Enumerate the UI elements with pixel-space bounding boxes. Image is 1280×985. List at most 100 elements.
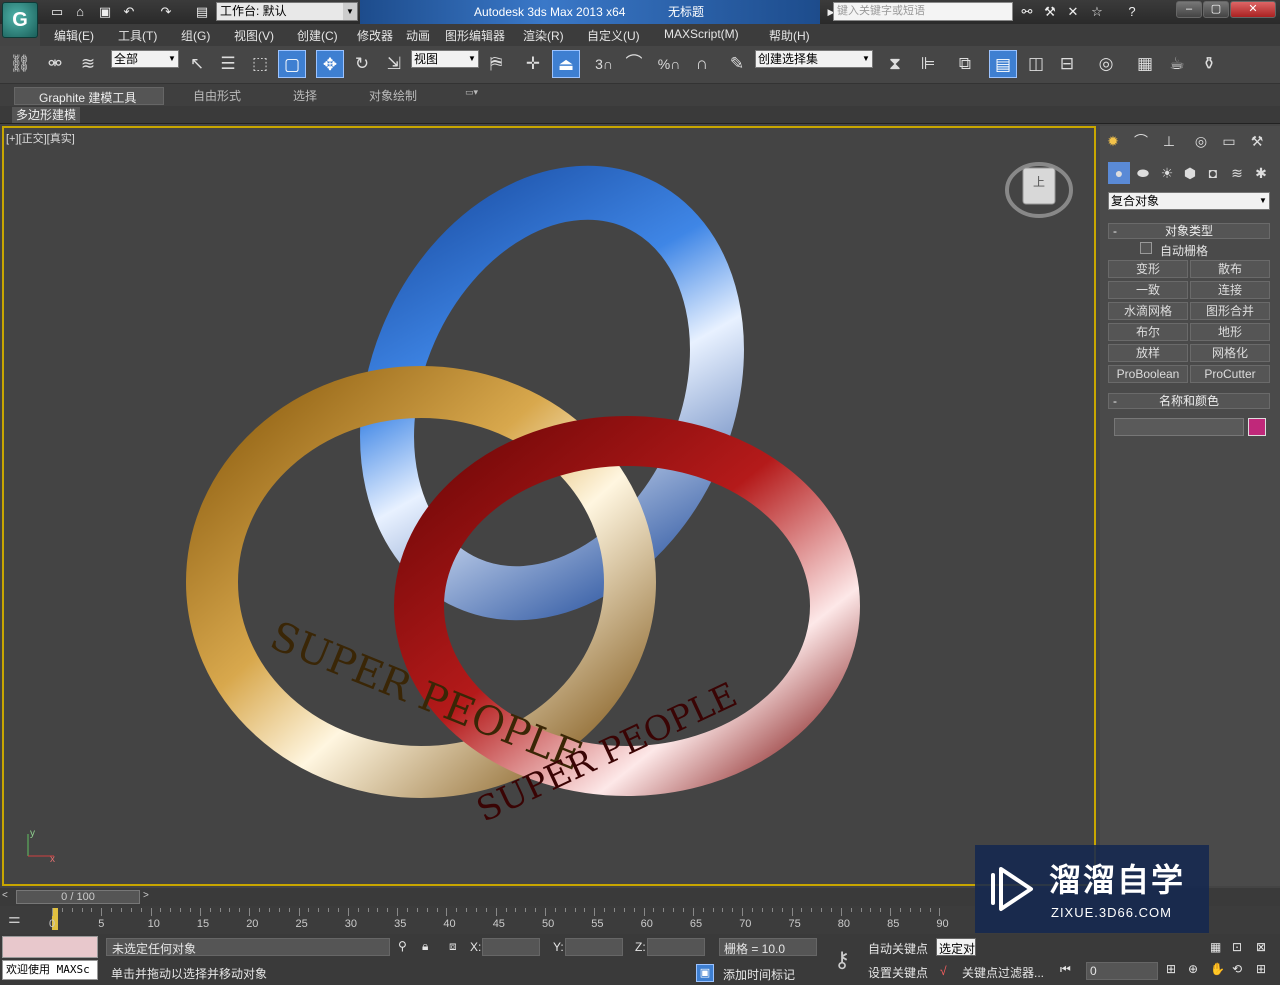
favorites-star-icon[interactable]: ☆ xyxy=(1088,3,1106,21)
maxscript-listener-mini[interactable] xyxy=(2,936,98,958)
material-editor-icon[interactable]: ◎ xyxy=(1092,50,1120,78)
rect-selection-region-icon[interactable]: ⬚ xyxy=(246,50,274,78)
shapes-icon[interactable]: ⬬ xyxy=(1132,162,1154,184)
morph-button[interactable]: 变形 xyxy=(1108,260,1188,278)
hierarchy-tab-icon[interactable]: ⊥ xyxy=(1158,130,1180,152)
communication-icon[interactable]: ✕ xyxy=(1064,3,1082,21)
geometry-icon[interactable]: ● xyxy=(1108,162,1130,184)
prev-frame-icon[interactable]: < xyxy=(2,890,14,904)
subscription-icon[interactable]: ⚒ xyxy=(1041,3,1059,21)
motion-tab-icon[interactable]: ◎ xyxy=(1190,130,1212,152)
select-and-rotate-icon[interactable]: ↻ xyxy=(348,50,376,78)
maximize-button[interactable]: ▢ xyxy=(1203,1,1229,18)
object-color-swatch[interactable] xyxy=(1248,418,1266,436)
named-selection-dropdown[interactable]: 创建选择集 ▼ xyxy=(755,50,873,68)
conform-button[interactable]: 一致 xyxy=(1108,281,1188,299)
time-config-icon[interactable]: ⊞ xyxy=(1166,962,1176,976)
ref-coord-dropdown[interactable]: 视图 ▼ xyxy=(411,50,479,68)
mesher-button[interactable]: 网格化 xyxy=(1190,344,1270,362)
menu-create[interactable]: 创建(C) xyxy=(297,27,338,44)
tab-selection[interactable]: 选择 xyxy=(293,87,317,104)
save-icon[interactable]: ▣ xyxy=(96,3,114,21)
select-by-name-icon[interactable]: ☰ xyxy=(214,50,242,78)
go-to-start-icon[interactable]: ⏮ xyxy=(1060,962,1071,977)
menu-customize[interactable]: 自定义(U) xyxy=(587,27,640,44)
helpers-icon[interactable]: ◘ xyxy=(1202,162,1224,184)
workspace-dropdown[interactable]: 工作台: 默认 ▼ xyxy=(216,2,358,21)
isolate-icon[interactable]: ⚲ xyxy=(398,939,407,953)
next-frame-icon[interactable]: > xyxy=(143,890,155,904)
curve-editor-icon[interactable]: ◫ xyxy=(1022,50,1050,78)
display-tab-icon[interactable]: ▭ xyxy=(1218,130,1240,152)
select-and-scale-icon[interactable]: ⇲ xyxy=(380,50,408,78)
link-icon[interactable]: ⛓ xyxy=(6,50,34,78)
zoom-extents-icon[interactable]: ▦ xyxy=(1210,940,1221,954)
blobmesh-button[interactable]: 水滴网格 xyxy=(1108,302,1188,320)
field-of-view-icon[interactable]: ⊞ xyxy=(1256,962,1266,976)
shapemerge-button[interactable]: 图形合并 xyxy=(1190,302,1270,320)
menu-animation[interactable]: 动画 xyxy=(406,27,430,44)
zoom-extents-all-icon[interactable]: ⊡ xyxy=(1232,940,1242,954)
menu-views[interactable]: 视图(V) xyxy=(234,27,274,44)
set-key-button[interactable]: 设置关键点 xyxy=(868,964,928,981)
orbit-subobject-icon[interactable]: ⟲ xyxy=(1232,962,1242,976)
y-coord-input[interactable] xyxy=(565,938,623,956)
open-file-icon[interactable]: ⌂ xyxy=(71,3,89,21)
z-coord-input[interactable] xyxy=(647,938,705,956)
schematic-view-icon[interactable]: ⊟ xyxy=(1053,50,1081,78)
menu-rendering[interactable]: 渲染(R) xyxy=(523,27,564,44)
menu-maxscript[interactable]: MAXScript(M) xyxy=(664,27,739,41)
mirror-icon[interactable]: ⧗ xyxy=(881,50,909,78)
menu-graph-editors[interactable]: 图形编辑器 xyxy=(445,27,505,44)
align-icon[interactable]: ⊫ xyxy=(914,50,942,78)
selection-filter-dropdown[interactable]: 全部 ▼ xyxy=(111,50,179,68)
maxscript-input[interactable]: 欢迎使用 MAXSc xyxy=(2,960,98,980)
viewport-menu-plus[interactable]: [+] xyxy=(6,133,19,145)
spinner-snap-icon[interactable]: ∩ xyxy=(688,50,716,78)
auto-key-button[interactable]: 自动关键点 xyxy=(868,940,928,957)
render-production-icon[interactable]: ⚱ xyxy=(1195,50,1223,78)
menu-tools[interactable]: 工具(T) xyxy=(118,27,157,44)
modify-tab-icon[interactable]: ⌒ xyxy=(1130,130,1152,152)
create-tab-icon[interactable]: ✹ xyxy=(1102,130,1124,152)
menu-group[interactable]: 组(G) xyxy=(181,27,210,44)
add-time-tag-icon[interactable]: ▣ xyxy=(696,964,714,982)
utilities-tab-icon[interactable]: ⚒ xyxy=(1246,130,1268,152)
rendered-frame-icon[interactable]: ☕ xyxy=(1163,50,1191,78)
render-setup-icon[interactable]: ▦ xyxy=(1131,50,1159,78)
lights-icon[interactable]: ☀ xyxy=(1156,162,1178,184)
menu-help[interactable]: 帮助(H) xyxy=(769,27,810,44)
polygon-modeling-label[interactable]: 多边形建模 xyxy=(12,107,81,123)
close-button[interactable]: ✕ xyxy=(1230,1,1276,18)
viewport[interactable]: SUPER PEOPLE SUPER PEOPLE y x xyxy=(2,126,1096,886)
graphite-toggle-icon[interactable]: ▤ xyxy=(989,50,1017,78)
add-time-tag-label[interactable]: 添加时间标记 xyxy=(723,966,795,983)
auto-grid-checkbox[interactable] xyxy=(1140,242,1152,254)
terrain-button[interactable]: 地形 xyxy=(1190,323,1270,341)
undo-icon[interactable]: ↶ xyxy=(120,3,138,21)
key-icon[interactable]: ⚷ xyxy=(826,944,858,976)
procutter-button[interactable]: ProCutter xyxy=(1190,365,1270,383)
object-name-input[interactable] xyxy=(1114,418,1244,436)
proboolean-button[interactable]: ProBoolean xyxy=(1108,365,1188,383)
tab-graphite[interactable]: Graphite 建模工具 xyxy=(14,87,164,105)
orbit-icon[interactable]: ⊕ xyxy=(1188,962,1198,976)
connect-button[interactable]: 连接 xyxy=(1190,281,1270,299)
systems-icon[interactable]: ✱ xyxy=(1250,162,1272,184)
unlink-icon[interactable]: ⚮ xyxy=(41,50,69,78)
loft-button[interactable]: 放样 xyxy=(1108,344,1188,362)
tab-object-paint[interactable]: 对象绘制 xyxy=(369,87,417,104)
minimize-button[interactable]: – xyxy=(1176,1,1202,18)
layer-manager-icon[interactable]: ⧉ xyxy=(951,50,979,78)
lock-selection-icon[interactable]: 🔒︎ xyxy=(422,939,428,954)
maximize-viewport-icon[interactable]: ⊠ xyxy=(1256,940,1266,954)
select-and-move-icon[interactable]: ✥ xyxy=(316,50,344,78)
time-slider-thumb[interactable]: 0 / 100 xyxy=(16,890,140,904)
viewport-label[interactable]: [+][正交][真实] xyxy=(6,130,75,146)
keyboard-shortcut-override-icon[interactable]: ⏏ xyxy=(552,50,580,78)
scatter-button[interactable]: 散布 xyxy=(1190,260,1270,278)
app-logo-button[interactable]: G xyxy=(2,2,38,38)
binoculars-icon[interactable]: ⚯ xyxy=(1018,3,1036,21)
search-input[interactable]: 键入关键字或短语 xyxy=(833,2,1013,21)
project-folder-icon[interactable]: ▤ xyxy=(193,3,211,21)
